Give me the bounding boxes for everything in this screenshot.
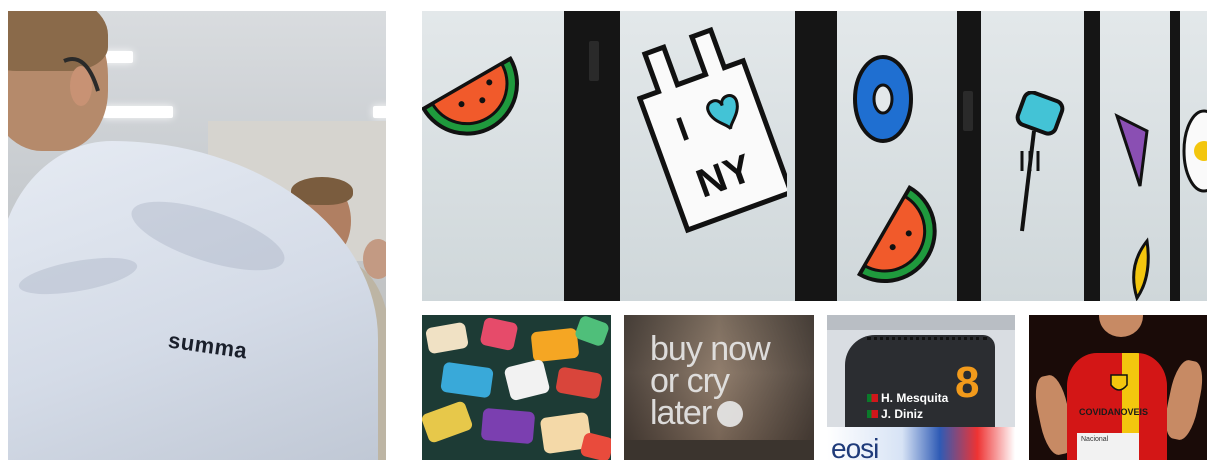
jersey-text: COVIDANOVEIS (1079, 407, 1149, 417)
runner-head (1099, 315, 1143, 337)
shop-text-line: buy now (650, 330, 771, 368)
earpiece-icon (63, 57, 100, 92)
sticker-table-photo (422, 315, 611, 460)
shop-text-line: or cry (650, 362, 730, 400)
driver-name: H. Mesquita (881, 391, 949, 405)
presenter-photo: summa (8, 11, 386, 460)
window-stickers-photo: I NY (422, 11, 1207, 301)
fork-sticker-icon (1015, 91, 1065, 232)
donut-sticker-icon (853, 55, 913, 143)
ceiling-light (373, 106, 386, 118)
shop-window-lettering: buy now or cry later (650, 330, 771, 432)
watermelon-sticker-icon (856, 184, 937, 283)
ice-cream-sticker-icon (1114, 113, 1149, 187)
window-frame (1170, 11, 1180, 301)
banana-sticker-icon (1132, 237, 1150, 301)
runner-arm (1161, 357, 1207, 443)
shop-shelf (624, 440, 814, 460)
ceiling-light (103, 106, 173, 118)
rally-car-photo: H. Mesquita J. Diniz 8 eosi (827, 315, 1015, 460)
i-love-ny-bag-sticker-icon: I NY (637, 26, 787, 234)
shop-window-photo: buy now or cry later (624, 315, 814, 460)
runner-photo: COVIDANOVEIS Nacional (1029, 315, 1207, 460)
window-frame (1084, 11, 1100, 301)
window-frame (795, 11, 837, 301)
shop-text-line: later (650, 394, 712, 432)
car-brand: eosi (831, 433, 879, 460)
portugal-flag-icon (867, 394, 878, 402)
dot-icon (717, 401, 744, 427)
window-frame (957, 11, 981, 301)
portugal-flag-icon (867, 410, 878, 418)
car-number: 8 (955, 358, 980, 407)
codriver-name: J. Diniz (881, 407, 924, 421)
race-bib: Nacional (1077, 433, 1139, 460)
watermelon-sticker-icon (422, 55, 519, 136)
bib-text: Nacional (1081, 436, 1109, 443)
egg-sticker-icon (1182, 109, 1207, 193)
club-crest-icon (1110, 374, 1128, 391)
